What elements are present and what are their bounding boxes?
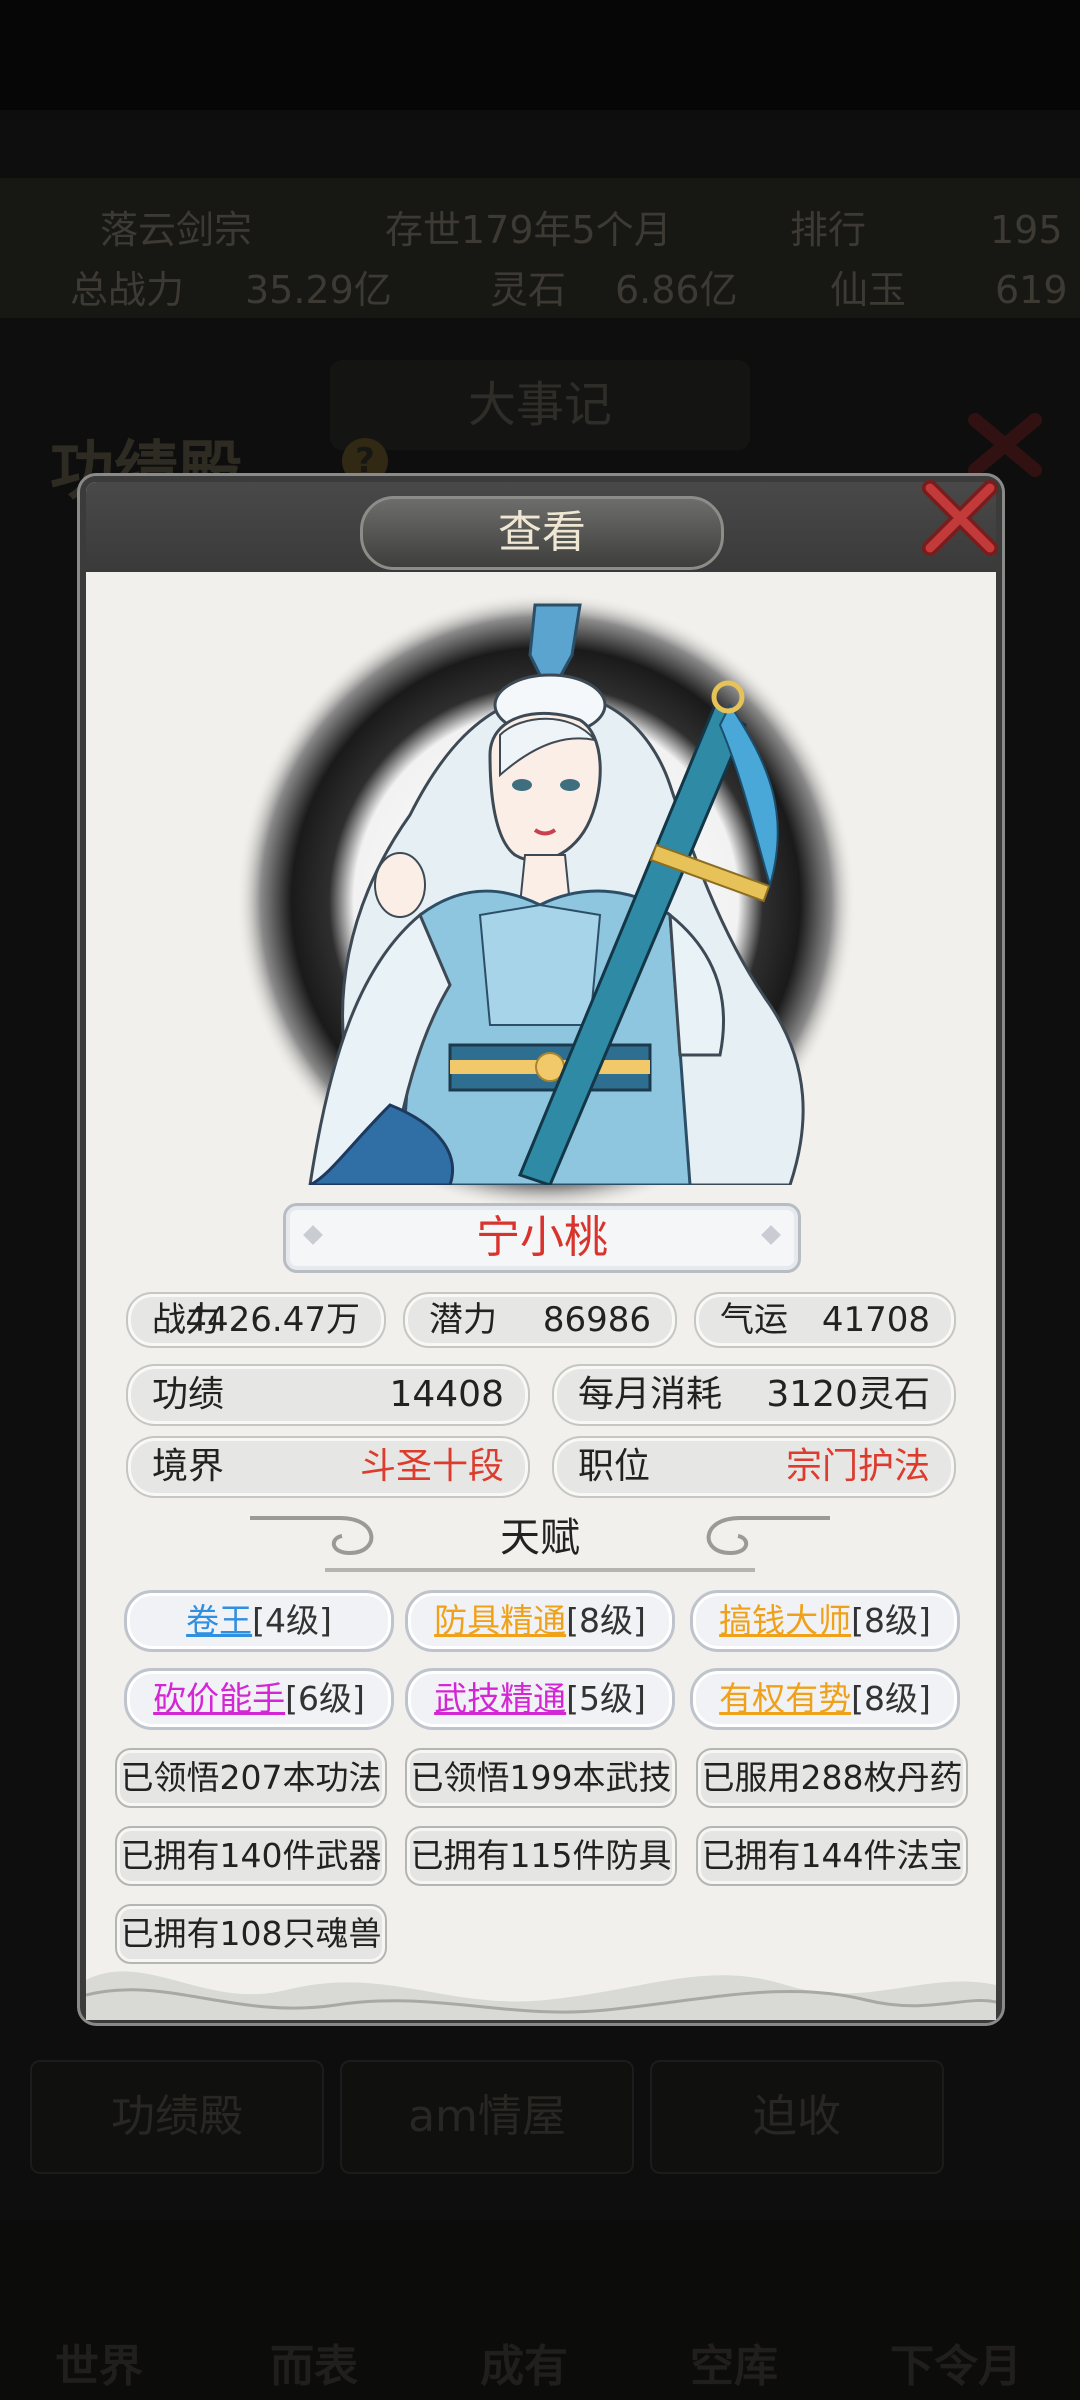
position-stat: 职位 宗门护法	[552, 1436, 956, 1498]
plate-ornament-left-icon	[303, 1225, 323, 1245]
fortune-stat: 气运 41708	[694, 1292, 956, 1348]
monthly-cost-stat: 每月消耗 3120灵石	[552, 1364, 956, 1426]
talent-level: [8级]	[566, 1601, 646, 1640]
talent-section-header: 天赋	[230, 1508, 850, 1578]
realm-value: 斗圣十段	[359, 1446, 504, 1487]
close-x-icon[interactable]	[912, 470, 1008, 566]
potential-value: 86986	[542, 1300, 651, 1340]
talent-item[interactable]: 砍价能手[6级]	[124, 1668, 394, 1730]
power-stat: 战力 4426.47万	[126, 1292, 386, 1348]
plate-ornament-right-icon	[761, 1225, 781, 1245]
potential-stat: 潜力 86986	[403, 1292, 677, 1348]
realm-label: 境界	[152, 1446, 225, 1487]
monthly-cost-label: 每月消耗	[578, 1374, 723, 1415]
achievement-badge: 已拥有140件武器	[115, 1826, 387, 1886]
achievement-badge: 已拥有144件法宝	[696, 1826, 968, 1886]
potential-label: 潜力	[429, 1300, 497, 1340]
talent-name[interactable]: 防具精通	[434, 1601, 566, 1640]
achievement-badge: 已领悟199本武技	[405, 1748, 677, 1808]
talent-level: [4级]	[252, 1601, 332, 1640]
cloud-decoration-icon	[86, 1971, 996, 2020]
talent-level: [5级]	[566, 1679, 646, 1718]
power-value: 4426.47万	[185, 1300, 360, 1340]
talent-item[interactable]: 防具精通[8级]	[405, 1590, 675, 1652]
cultivator-heroine-portrait	[308, 603, 805, 1185]
realm-stat: 境界 斗圣十段	[126, 1436, 530, 1498]
modal-title: 查看	[360, 496, 724, 570]
talent-name[interactable]: 武技精通	[434, 1679, 566, 1718]
fortune-label: 气运	[720, 1300, 788, 1340]
talent-level: [8级]	[851, 1679, 931, 1718]
talent-level: [6级]	[285, 1679, 365, 1718]
talent-item[interactable]: 有权有势[8级]	[690, 1668, 960, 1730]
talent-item[interactable]: 武技精通[5级]	[405, 1668, 675, 1730]
fortune-value: 41708	[821, 1300, 930, 1340]
character-name-plate: 宁小桃	[283, 1203, 801, 1273]
achievement-badge: 已拥有115件防具	[405, 1826, 677, 1886]
talent-name[interactable]: 卷王	[186, 1601, 252, 1640]
talent-name[interactable]: 搞钱大师	[719, 1601, 851, 1640]
merit-value: 14408	[389, 1374, 504, 1415]
merit-stat: 功绩 14408	[126, 1364, 530, 1426]
talent-section-title: 天赋	[500, 1515, 580, 1561]
talent-item[interactable]: 搞钱大师[8级]	[690, 1590, 960, 1652]
achievement-badge: 已领悟207本功法	[115, 1748, 387, 1808]
merit-label: 功绩	[152, 1374, 225, 1415]
position-label: 职位	[578, 1446, 651, 1487]
talent-name[interactable]: 有权有势	[719, 1679, 851, 1718]
talent-item[interactable]: 卷王[4级]	[124, 1590, 394, 1652]
character-name: 宁小桃	[476, 1212, 608, 1263]
monthly-cost-value: 3120灵石	[766, 1374, 930, 1415]
achievement-badge: 已服用288枚丹药	[696, 1748, 968, 1808]
talent-name[interactable]: 砍价能手	[153, 1679, 285, 1718]
talent-level: [8级]	[851, 1601, 931, 1640]
position-value: 宗门护法	[785, 1446, 930, 1487]
